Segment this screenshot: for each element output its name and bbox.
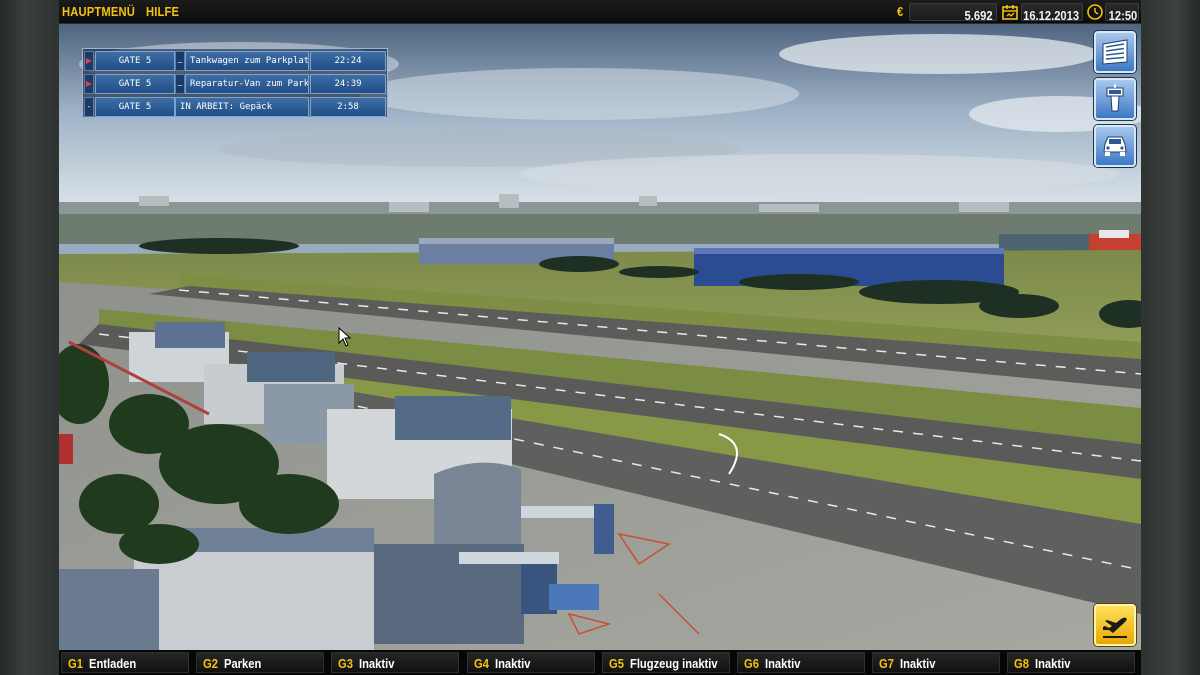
money-display: 5.692: [909, 3, 997, 23]
date-display: 16.12.2013: [1021, 3, 1083, 23]
control-tower-icon: [1106, 84, 1124, 112]
gate-status: Inaktiv: [495, 656, 531, 671]
notification-task: Tankwagen zum Parkplatz: [185, 51, 309, 71]
clock-icon: [1087, 4, 1103, 20]
gate-slot-g3[interactable]: G3 Inaktiv: [331, 652, 459, 673]
help-link[interactable]: HILFE: [146, 4, 179, 19]
gate-slot-g8[interactable]: G8 Inaktiv: [1007, 652, 1135, 673]
gate-status: Inaktiv: [900, 656, 936, 671]
vehicle-icon: [1103, 136, 1127, 156]
gate-id: G5: [609, 656, 624, 671]
gate-id: G8: [1014, 656, 1029, 671]
gate-slot-g6[interactable]: G6 Inaktiv: [737, 652, 865, 673]
gate-status: Inaktiv: [359, 656, 395, 671]
notification-task: IN ARBEIT: Gepäck: [175, 97, 309, 117]
gate-slot-g5[interactable]: G5 Flugzeug inaktiv: [602, 652, 730, 673]
time-value: 12:50: [1108, 8, 1137, 23]
money-value: 5.692: [965, 8, 993, 23]
notification-time: 2:58: [310, 97, 386, 117]
top-bar: HAUPTMENÜ HILFE € 5.692 16.12.2013 12:50: [59, 0, 1141, 24]
notification-time: 22:24: [310, 51, 386, 71]
separator-icon: _: [175, 74, 185, 94]
alert-marker-icon: ▶: [84, 51, 94, 71]
calendar-icon: [1002, 5, 1018, 20]
time-display: 12:50: [1105, 3, 1139, 23]
notification-gate: GATE 5: [95, 74, 175, 94]
notification-gate: GATE 5: [95, 51, 175, 71]
notification-time: 24:39: [310, 74, 386, 94]
departures-board-button[interactable]: [1094, 31, 1136, 73]
alert-marker-icon: ▶: [84, 74, 94, 94]
airplane-takeoff-button[interactable]: [1094, 604, 1136, 646]
gate-slot-g4[interactable]: G4 Inaktiv: [467, 652, 595, 673]
gate-id: G1: [68, 656, 83, 671]
task-notification-panel: ▶ GATE 5 _ Tankwagen zum Parkplatz 22:24…: [82, 48, 388, 118]
departures-board-icon: [1102, 39, 1128, 65]
in-progress-marker-icon: -: [84, 97, 94, 117]
gate-status: Flugzeug inaktiv: [630, 656, 718, 671]
gate-status: Entladen: [89, 656, 137, 671]
gate-slot-g1[interactable]: G1 Entladen: [61, 652, 189, 673]
gate-slot-g2[interactable]: G2 Parken: [196, 652, 324, 673]
notification-row[interactable]: ▶ GATE 5 _ Reparatur-Van zum Parkplatz 2…: [83, 73, 387, 95]
vehicle-button[interactable]: [1094, 125, 1136, 167]
main-menu-link[interactable]: HAUPTMENÜ: [62, 4, 135, 19]
gate-id: G7: [879, 656, 894, 671]
airplane-takeoff-icon: [1103, 617, 1127, 638]
notification-gate: GATE 5: [95, 97, 175, 117]
date-value: 16.12.2013: [1023, 8, 1079, 23]
gate-id: G3: [338, 656, 353, 671]
gate-status: Parken: [224, 656, 262, 671]
gate-status: Inaktiv: [1035, 656, 1071, 671]
notification-task: Reparatur-Van zum Parkplatz: [185, 74, 309, 94]
gate-status: Inaktiv: [765, 656, 801, 671]
gate-id: G4: [474, 656, 489, 671]
gate-slot-g7[interactable]: G7 Inaktiv: [872, 652, 1000, 673]
mouse-cursor-icon: [338, 327, 352, 347]
separator-icon: _: [175, 51, 185, 71]
control-tower-button[interactable]: [1094, 78, 1136, 120]
notification-row[interactable]: ▶ GATE 5 _ Tankwagen zum Parkplatz 22:24: [83, 50, 387, 72]
notification-row[interactable]: - GATE 5 IN ARBEIT: Gepäck 2:58: [83, 96, 387, 118]
gate-id: G2: [203, 656, 218, 671]
gate-id: G6: [744, 656, 759, 671]
currency-icon: €: [897, 4, 904, 19]
gate-status-bar: G1 Entladen G2 Parken G3 Inaktiv G4 Inak…: [59, 650, 1141, 675]
